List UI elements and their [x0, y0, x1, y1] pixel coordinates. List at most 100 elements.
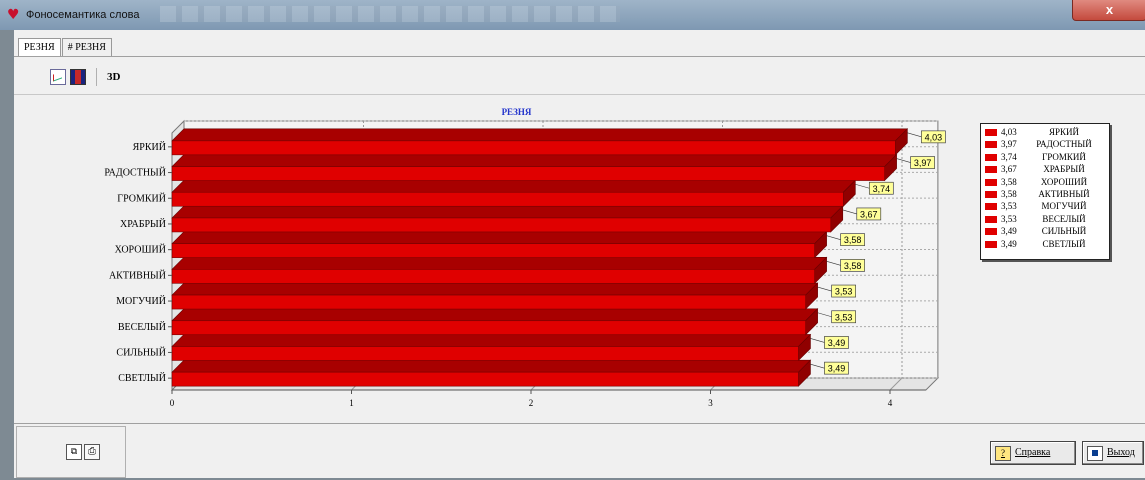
legend-swatch [985, 166, 997, 174]
bar-top [171, 359, 812, 373]
exit-button[interactable]: Выход [1082, 441, 1144, 465]
three-d-toggle[interactable]: 3D [107, 71, 120, 83]
category-label: МОГУЧИЙ [116, 295, 166, 307]
legend-value: 3,58 [1001, 189, 1017, 199]
close-button[interactable]: x [1072, 0, 1145, 21]
app-icon: ♥ [7, 7, 20, 23]
legend-label: ГРОМКИЙ [1042, 151, 1086, 162]
exit-label: Выход [1107, 447, 1135, 458]
x-tick-label: 1 [349, 398, 354, 408]
bar-top [171, 128, 909, 142]
category-label: СИЛЬНЫЙ [116, 346, 166, 358]
bar-top [171, 179, 857, 193]
legend-item: 3,97 РАДОСТНЫЙ [985, 139, 1107, 150]
legend-swatch [985, 141, 997, 149]
legend-label: СВЕТЛЫЙ [1042, 238, 1086, 249]
data-label: 3,67 [860, 209, 878, 219]
tab-reznya[interactable]: РЕЗНЯ [18, 38, 61, 56]
data-label: 4,03 [925, 132, 943, 142]
line-chart-icon[interactable] [50, 69, 66, 85]
tab-strip: РЕЗНЯ # РЕЗНЯ [18, 38, 113, 56]
legend-item: 3,58 АКТИВНЫЙ [985, 189, 1107, 200]
legend-item: 3,49 СИЛЬНЫЙ [985, 226, 1107, 237]
data-label: 3,53 [835, 287, 853, 297]
bar [171, 140, 896, 156]
category-label: АКТИВНЫЙ [109, 269, 166, 281]
legend-label: АКТИВНЫЙ [1038, 189, 1090, 199]
category-label: РАДОСТНЫЙ [104, 167, 166, 179]
bar [171, 346, 799, 361]
bar-top [171, 257, 828, 270]
data-label: 3,58 [844, 235, 862, 245]
data-label: 3,49 [828, 364, 846, 374]
bar-top [171, 308, 819, 322]
legend-value: 3,58 [1001, 176, 1017, 187]
data-label: 3,97 [914, 158, 932, 168]
legend-value: 3,53 [1001, 213, 1017, 224]
bar-top [171, 205, 844, 219]
legend-item: 3,74 ГРОМКИЙ [985, 152, 1107, 163]
bar [171, 371, 799, 387]
legend-swatch [985, 228, 997, 236]
legend-swatch [985, 203, 997, 211]
category-label: СВЕТЛЫЙ [118, 372, 166, 384]
bar [171, 217, 832, 233]
bar-chart: 3,49 СВЕТЛЫЙ 3,49 СИЛЬНЫЙ 3,53 ВЕСЕЛЫЙ 3,53 МОГ… [104, 119, 946, 408]
tab-reznya-numbered[interactable]: # РЕЗНЯ [61, 38, 112, 56]
data-label: 3,49 [828, 338, 846, 348]
data-label: 3,58 [844, 261, 862, 271]
legend-item: 3,53 ВЕСЕЛЫЙ [985, 214, 1107, 225]
legend-swatch [985, 153, 997, 161]
legend-value: 3,97 [1001, 139, 1017, 150]
tab-divider [14, 56, 1145, 57]
bar-top [171, 334, 812, 347]
bar-chart-icon[interactable] [70, 69, 86, 85]
bar [171, 243, 815, 258]
legend-swatch [985, 215, 997, 223]
legend-swatch [985, 129, 997, 136]
x-tick-label: 3 [708, 398, 713, 408]
category-label: ГРОМКИЙ [117, 192, 166, 204]
x-tick-label: 4 [888, 398, 893, 408]
legend-value: 4,03 [1001, 127, 1017, 137]
legend-item: 4,03 ЯРКИЙ [985, 127, 1107, 138]
bar [171, 166, 885, 181]
help-icon: ? [995, 445, 1011, 461]
legend-swatch [985, 191, 997, 198]
legend-label: ЯРКИЙ [1048, 127, 1079, 137]
footer-divider [14, 423, 1145, 424]
x-tick-label: 0 [170, 398, 175, 408]
legend-swatch [985, 240, 997, 248]
legend-item: 3,58 ХОРОШИЙ [985, 177, 1107, 188]
legend-value: 3,49 [1001, 226, 1017, 237]
exit-icon [1087, 445, 1103, 461]
copy-icon[interactable]: ⧉ [66, 444, 82, 460]
legend-value: 3,74 [1001, 151, 1017, 162]
data-label: 3,74 [873, 184, 891, 194]
help-label: Справка [1015, 447, 1051, 458]
category-label: ЯРКИЙ [133, 141, 166, 153]
window-title: Фоносемантика слова [26, 9, 140, 21]
legend-value: 3,67 [1001, 164, 1017, 175]
help-button[interactable]: ? Справка [990, 441, 1076, 465]
bar [171, 191, 844, 207]
category-label: ХОРОШИЙ [115, 244, 166, 256]
bar [171, 320, 806, 336]
category-label: ВЕСЕЛЫЙ [118, 321, 166, 333]
legend-swatch [985, 178, 997, 186]
legend-label: ВЕСЕЛЫЙ [1042, 213, 1086, 224]
chart-toolbar: 3D [50, 68, 120, 86]
category-label: ХРАБРЫЙ [120, 218, 166, 230]
toolbar-separator [96, 68, 97, 86]
legend-label: ХОРОШИЙ [1040, 176, 1088, 187]
print-icon[interactable]: ⎙ [84, 444, 100, 460]
data-label: 3,53 [835, 312, 853, 322]
bar-top [171, 282, 819, 296]
bar [171, 269, 815, 284]
toolbar-divider [14, 94, 1145, 95]
legend-item: 3,49 СВЕТЛЫЙ [985, 239, 1107, 250]
legend-value: 3,53 [1001, 201, 1017, 212]
bar [171, 294, 806, 310]
legend-label: РАДОСТНЫЙ [1036, 139, 1092, 150]
legend-value: 3,49 [1001, 238, 1017, 249]
